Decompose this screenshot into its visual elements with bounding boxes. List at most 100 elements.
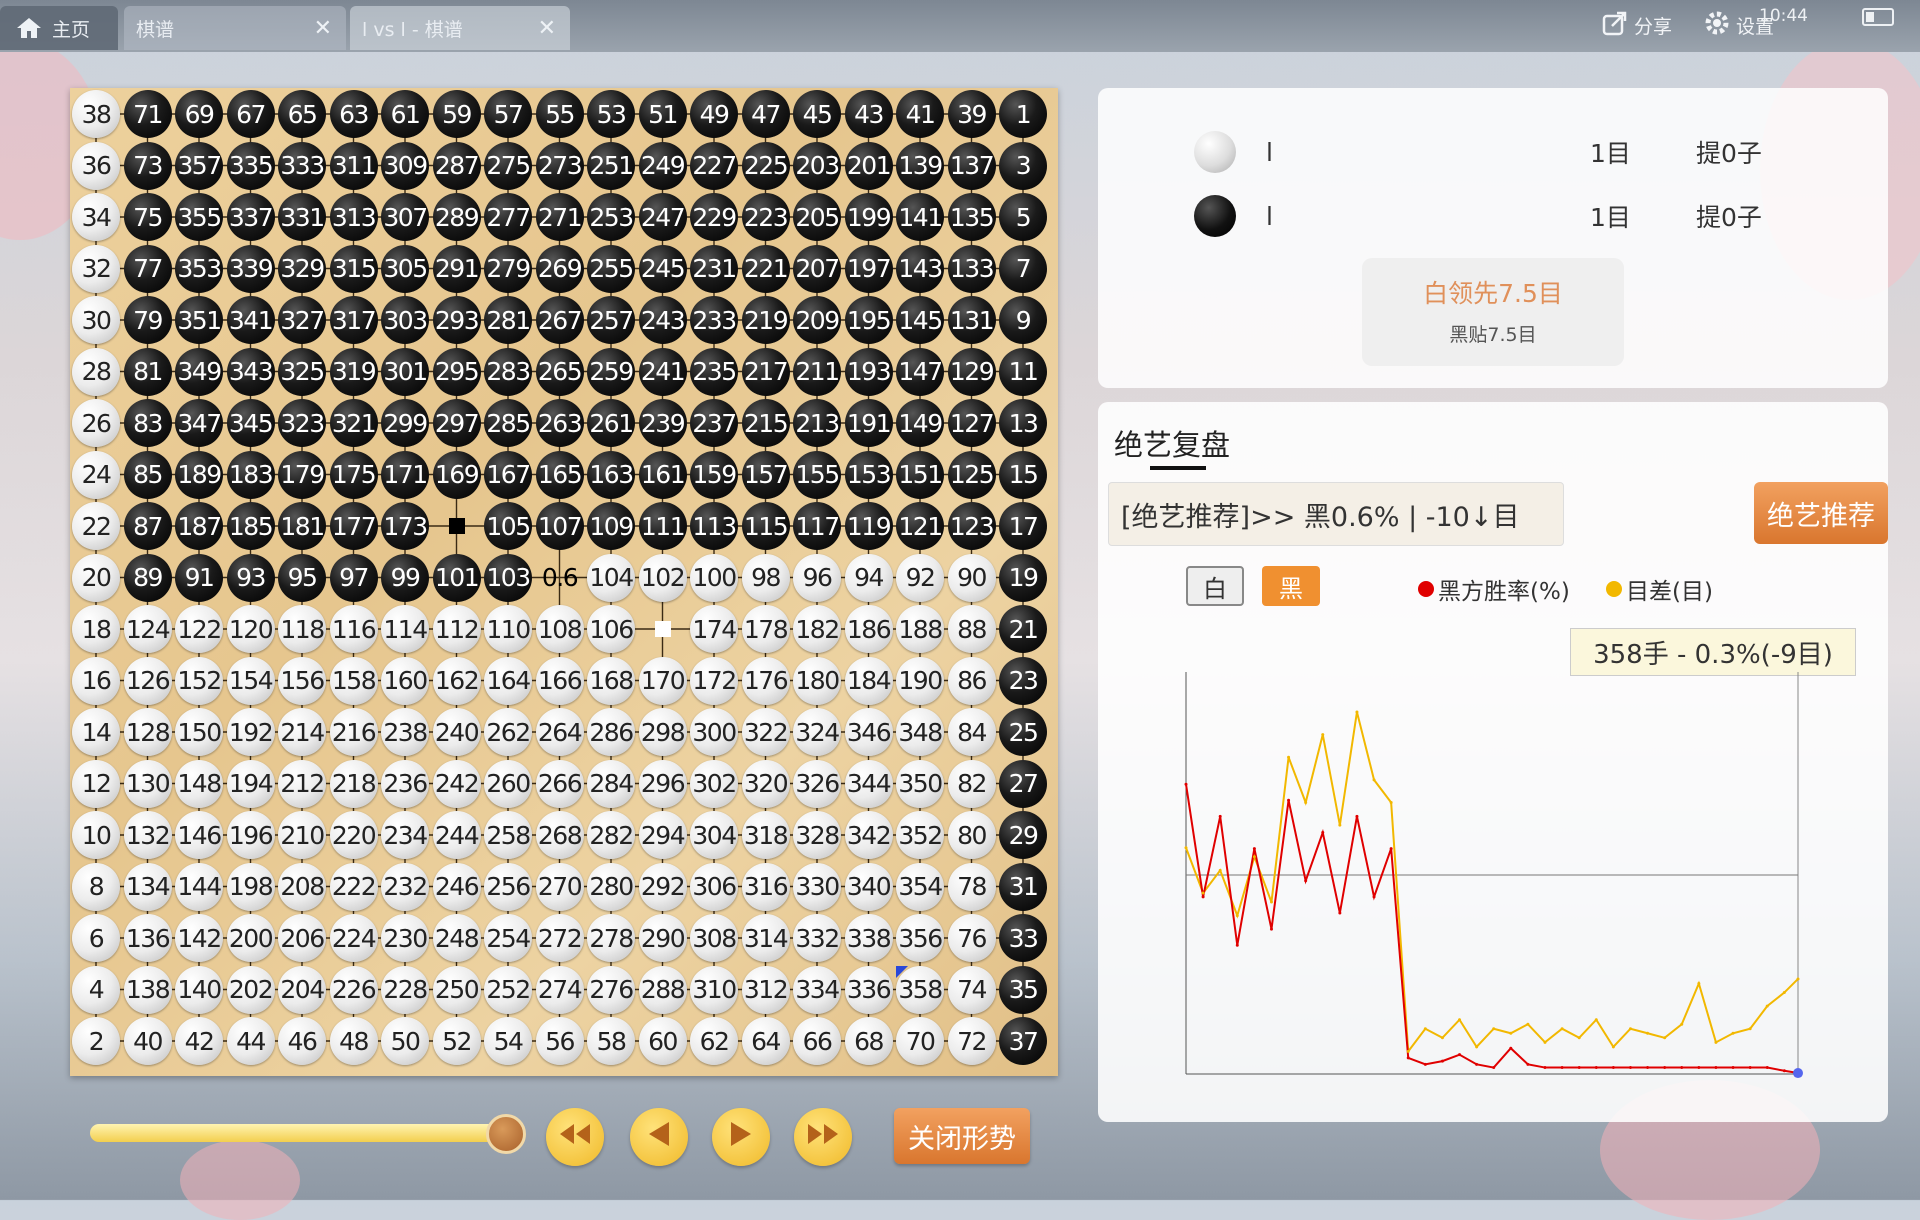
white-stone[interactable]: 68 <box>844 1017 893 1065</box>
black-stone[interactable]: 165 <box>535 450 584 499</box>
white-stone[interactable]: 58 <box>587 1017 635 1065</box>
black-stone[interactable]: 63 <box>329 90 378 138</box>
black-stone[interactable]: 25 <box>999 708 1047 756</box>
black-stone[interactable]: 175 <box>329 450 378 499</box>
white-stone[interactable]: 232 <box>381 862 429 911</box>
white-stone[interactable]: 350 <box>896 759 944 808</box>
black-stone[interactable]: 83 <box>123 399 172 447</box>
white-stone[interactable]: 106 <box>587 605 635 653</box>
black-stone[interactable]: 219 <box>741 296 790 344</box>
white-stone[interactable]: 12 <box>72 759 120 808</box>
analysis-chart[interactable] <box>1182 672 1822 1082</box>
black-stone[interactable]: 297 <box>432 399 481 447</box>
black-stone[interactable]: 267 <box>535 296 584 344</box>
white-stone[interactable]: 32 <box>72 244 120 293</box>
black-stone[interactable]: 195 <box>844 296 893 344</box>
white-stone[interactable]: 46 <box>278 1017 326 1065</box>
black-stone[interactable]: 169 <box>432 450 481 499</box>
white-stone[interactable]: 260 <box>484 759 532 808</box>
white-stone[interactable]: 26 <box>72 399 120 447</box>
white-stone[interactable]: 16 <box>72 656 120 705</box>
black-stone[interactable]: 309 <box>381 141 429 190</box>
white-stone[interactable]: 242 <box>432 759 481 808</box>
white-stone[interactable]: 202 <box>226 965 275 1014</box>
black-stone[interactable]: 353 <box>175 244 223 293</box>
white-stone[interactable]: 136 <box>123 914 172 962</box>
black-stone[interactable]: 217 <box>741 347 790 396</box>
black-stone[interactable]: 221 <box>741 244 790 293</box>
white-stone[interactable]: 270 <box>535 862 584 911</box>
white-stone[interactable]: 44 <box>226 1017 275 1065</box>
white-stone[interactable]: 266 <box>535 759 584 808</box>
white-stone[interactable]: 194 <box>226 759 275 808</box>
white-stone[interactable]: 224 <box>329 914 378 962</box>
black-stone[interactable]: 99 <box>381 553 429 602</box>
white-stone[interactable]: 90 <box>947 553 996 602</box>
white-stone[interactable]: 238 <box>381 708 429 756</box>
white-stone[interactable]: 2 <box>72 1017 120 1065</box>
black-stone[interactable]: 263 <box>535 399 584 447</box>
black-stone[interactable]: 167 <box>484 450 532 499</box>
black-stone[interactable]: 355 <box>175 193 223 241</box>
black-stone[interactable]: 157 <box>741 450 790 499</box>
black-stone[interactable]: 327 <box>278 296 326 344</box>
black-stone[interactable]: 79 <box>123 296 172 344</box>
white-stone[interactable]: 116 <box>329 605 378 653</box>
black-stone[interactable]: 131 <box>947 296 996 344</box>
white-stone[interactable]: 86 <box>947 656 996 705</box>
black-stone[interactable]: 237 <box>690 399 738 447</box>
white-stone[interactable]: 28 <box>72 347 120 396</box>
tab-game-record[interactable]: 棋谱 ✕ <box>124 6 346 50</box>
white-stone[interactable]: 336 <box>844 965 893 1014</box>
white-stone[interactable]: 74 <box>947 965 996 1014</box>
move-slider-handle[interactable] <box>486 1114 526 1154</box>
black-stone[interactable]: 21 <box>999 605 1047 653</box>
black-stone[interactable]: 223 <box>741 193 790 241</box>
white-stone[interactable]: 94 <box>844 553 893 602</box>
black-stone[interactable]: 33 <box>999 914 1047 962</box>
black-stone[interactable]: 151 <box>896 450 944 499</box>
black-stone[interactable]: 247 <box>638 193 687 241</box>
previous-move-button[interactable] <box>630 1108 688 1166</box>
black-stone[interactable]: 261 <box>587 399 635 447</box>
black-stone[interactable]: 229 <box>690 193 738 241</box>
black-stone[interactable]: 113 <box>690 502 738 550</box>
black-stone[interactable]: 345 <box>226 399 275 447</box>
white-stone[interactable]: 216 <box>329 708 378 756</box>
white-stone[interactable]: 72 <box>947 1017 996 1065</box>
black-stone[interactable]: 251 <box>587 141 635 190</box>
black-stone[interactable]: 295 <box>432 347 481 396</box>
black-stone[interactable]: 7 <box>999 244 1047 293</box>
white-stone[interactable]: 152 <box>175 656 223 705</box>
white-stone[interactable]: 20 <box>72 553 120 602</box>
white-stone[interactable]: 294 <box>638 811 687 859</box>
black-stone[interactable]: 319 <box>329 347 378 396</box>
white-stone[interactable]: 176 <box>741 656 790 705</box>
white-stone[interactable]: 290 <box>638 914 687 962</box>
black-stone[interactable]: 227 <box>690 141 738 190</box>
white-stone[interactable]: 342 <box>844 811 893 859</box>
black-stone[interactable]: 357 <box>175 141 223 190</box>
white-stone[interactable]: 284 <box>587 759 635 808</box>
black-stone[interactable]: 35 <box>999 965 1047 1014</box>
white-stone[interactable]: 338 <box>844 914 893 962</box>
black-stone[interactable]: 47 <box>741 90 790 138</box>
white-stone[interactable]: 42 <box>175 1017 223 1065</box>
black-stone[interactable]: 273 <box>535 141 584 190</box>
white-stone[interactable]: 218 <box>329 759 378 808</box>
black-stone[interactable]: 55 <box>535 90 584 138</box>
white-stone[interactable]: 326 <box>793 759 841 808</box>
black-stone[interactable]: 339 <box>226 244 275 293</box>
white-stone[interactable]: 228 <box>381 965 429 1014</box>
black-stone[interactable]: 3 <box>999 141 1047 190</box>
black-stone[interactable]: 341 <box>226 296 275 344</box>
black-stone[interactable]: 91 <box>175 553 223 602</box>
white-stone[interactable]: 328 <box>793 811 841 859</box>
white-stone[interactable]: 292 <box>638 862 687 911</box>
white-stone[interactable]: 274 <box>535 965 584 1014</box>
black-stone[interactable]: 17 <box>999 502 1047 550</box>
white-stone[interactable]: 110 <box>484 605 532 653</box>
white-stone[interactable]: 222 <box>329 862 378 911</box>
black-stone[interactable]: 235 <box>690 347 738 396</box>
white-stone[interactable]: 92 <box>896 553 944 602</box>
